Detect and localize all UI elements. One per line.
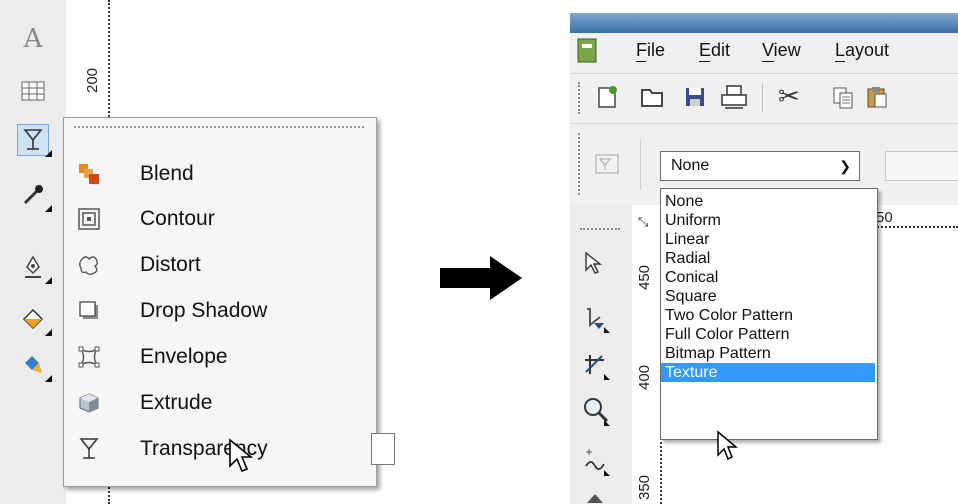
ruler-label: 200 <box>84 67 101 93</box>
select-value: None <box>671 157 710 174</box>
crop-tool-icon[interactable] <box>582 352 610 380</box>
transparency-type-select[interactable]: None ❯ <box>660 151 860 181</box>
dropdown-option[interactable]: Two Color Pattern <box>661 306 875 325</box>
extrude-icon <box>78 392 100 414</box>
blend-icon <box>78 163 100 185</box>
envelope-icon <box>78 346 100 368</box>
contour-icon <box>78 208 100 230</box>
text-tool-icon: A <box>23 24 43 54</box>
dropdown-option[interactable]: Conical <box>661 268 875 287</box>
print-icon[interactable] <box>720 84 748 110</box>
distort-icon <box>78 254 100 276</box>
fill-tool[interactable] <box>18 304 52 336</box>
ruler-origin-icon[interactable]: ⤡ <box>638 214 648 230</box>
flyout-grip[interactable] <box>74 126 364 131</box>
zoom-tool-icon[interactable] <box>582 396 610 426</box>
menu-edit[interactable]: Edit <box>699 40 730 61</box>
freehand-tool-icon[interactable] <box>582 446 610 476</box>
eyedropper-icon <box>23 185 43 205</box>
pick-tool-icon[interactable] <box>582 250 604 276</box>
flyout-item-distort[interactable]: Distort <box>64 242 376 288</box>
dropdown-option[interactable]: Uniform <box>661 211 875 230</box>
chevron-down-icon: ❯ <box>839 158 851 174</box>
dropdown-option[interactable]: None <box>661 192 875 211</box>
transparency-icon <box>78 438 100 460</box>
flyout-item-label: Contour <box>140 207 215 230</box>
dropdown-option[interactable]: Radial <box>661 249 875 268</box>
window-titlebar <box>570 13 958 33</box>
dropdown-option[interactable]: Bitmap Pattern <box>661 344 875 363</box>
menu-file[interactable]: File <box>636 40 665 61</box>
save-icon[interactable] <box>684 86 706 108</box>
table-tool[interactable] <box>18 76 48 106</box>
dropdown-option[interactable]: Full Color Pattern <box>661 325 875 344</box>
new-document-icon[interactable] <box>596 85 620 109</box>
fill-icon <box>22 308 44 330</box>
flyout-item-blend[interactable]: Blend <box>64 151 376 197</box>
drop-shadow-icon <box>78 300 100 322</box>
flyout-item-transparency[interactable]: Transparency <box>64 426 376 472</box>
paste-icon[interactable] <box>866 85 888 109</box>
flyout-indicator <box>45 150 52 157</box>
mouse-cursor-icon <box>229 438 254 473</box>
interactive-fill-icon <box>25 356 42 373</box>
outline-pen-icon <box>25 255 41 278</box>
flyout-item-label: Distort <box>140 253 201 276</box>
flyout-item-label: Drop Shadow <box>140 299 268 322</box>
text-tool[interactable]: A <box>18 24 48 54</box>
menu-view[interactable]: View <box>762 40 801 61</box>
flyout-item-drop-shadow[interactable]: Drop Shadow <box>64 288 376 334</box>
dropdown-option[interactable]: Linear <box>661 230 875 249</box>
effects-flyout-menu: Blend Contour Distort Drop Shadow Envelo… <box>63 117 377 487</box>
shape-tool-icon[interactable] <box>582 305 610 333</box>
open-folder-icon[interactable] <box>640 86 666 108</box>
eyedropper-tool[interactable] <box>18 180 52 212</box>
outline-pen-tool[interactable] <box>18 252 52 284</box>
app-icon[interactable] <box>576 38 600 64</box>
dropdown-option[interactable]: Square <box>661 287 875 306</box>
vertical-ruler <box>632 205 662 504</box>
cut-icon[interactable]: ✂ <box>778 82 800 112</box>
interactive-fill-tool[interactable] <box>18 350 52 382</box>
flyout-item-contour[interactable]: Contour <box>64 196 376 242</box>
mouse-cursor-icon <box>717 430 738 461</box>
edit-transparency-icon[interactable] <box>594 152 622 178</box>
interactive-effects-tool[interactable] <box>17 124 52 157</box>
menu-layout[interactable]: Layout <box>835 40 889 61</box>
flyout-item-label: Envelope <box>140 345 228 368</box>
table-tool-icon <box>21 81 45 101</box>
flyout-item-extrude[interactable]: Extrude <box>64 380 376 426</box>
dropdown-option-selected[interactable]: Texture <box>661 363 875 382</box>
flyout-item-label: Extrude <box>140 391 213 414</box>
standard-toolbar <box>570 73 958 124</box>
flyout-item-envelope[interactable]: Envelope <box>64 334 376 380</box>
ruler-label: 50 <box>876 209 893 226</box>
ruler-label: 400 <box>636 364 653 390</box>
ruler-label: 450 <box>636 264 653 290</box>
transparency-type-dropdown: None Uniform Linear Radial Conical Squar… <box>660 188 878 440</box>
arrow-right-icon <box>440 256 522 300</box>
copy-icon[interactable] <box>832 86 854 110</box>
flyout-item-label: Blend <box>140 162 194 185</box>
ruler-label: 350 <box>636 474 653 500</box>
property-field[interactable] <box>885 151 958 181</box>
interactive-effects-icon <box>23 129 43 150</box>
smart-fill-tool-icon[interactable] <box>584 490 606 504</box>
tooltip-fragment <box>371 433 395 465</box>
